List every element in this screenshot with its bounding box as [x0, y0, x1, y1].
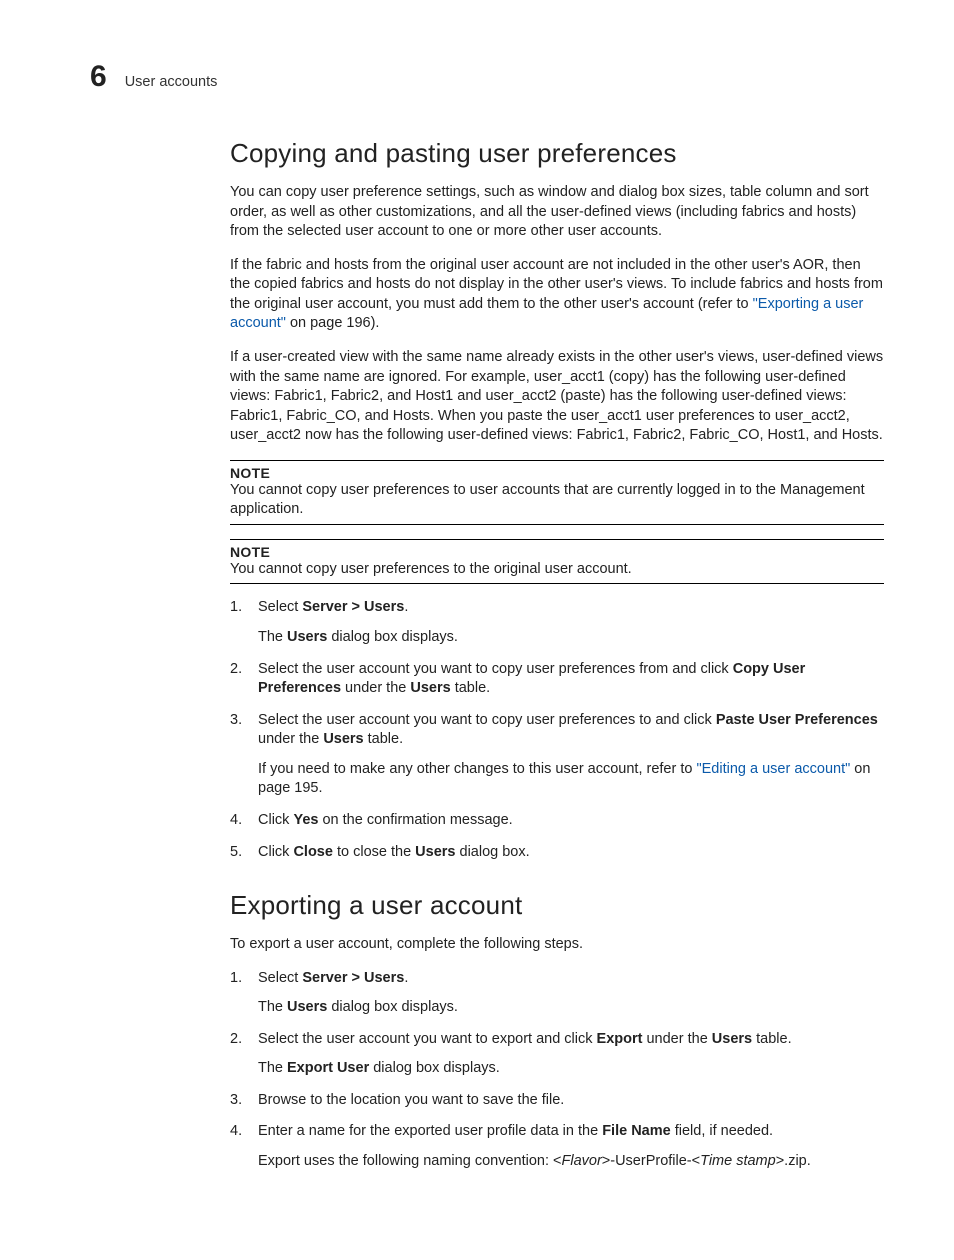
note-label: NOTE [230, 544, 884, 560]
note-text: You cannot copy user preferences to user… [230, 481, 884, 520]
list-item: Click Yes on the confirmation message. [230, 811, 884, 831]
note-text: You cannot copy user preferences to the … [230, 560, 884, 580]
list-item: Select the user account you want to expo… [230, 1030, 884, 1079]
sub-paragraph: The Export User dialog box displays. [258, 1059, 884, 1079]
section-heading-copying: Copying and pasting user preferences [230, 138, 884, 169]
list-item: Select the user account you want to copy… [230, 660, 884, 699]
sub-paragraph: If you need to make any other changes to… [258, 760, 884, 799]
sub-paragraph: Export uses the following naming convent… [258, 1152, 884, 1172]
list-item: Select the user account you want to copy… [230, 711, 884, 799]
section-heading-exporting: Exporting a user account [230, 890, 884, 921]
note-block: NOTE You cannot copy user preferences to… [230, 460, 884, 525]
steps-list: Select Server > Users. The Users dialog … [230, 969, 884, 1172]
paragraph: If a user-created view with the same nam… [230, 348, 884, 446]
note-label: NOTE [230, 465, 884, 481]
link-editing-user-account[interactable]: "Editing a user account" [696, 761, 850, 777]
list-item: Select Server > Users. The Users dialog … [230, 598, 884, 647]
note-block: NOTE You cannot copy user preferences to… [230, 539, 884, 585]
paragraph: To export a user account, complete the f… [230, 935, 884, 955]
sub-paragraph: The Users dialog box displays. [258, 628, 884, 648]
content-area: Copying and pasting user preferences You… [230, 138, 884, 1172]
list-item: Browse to the location you want to save … [230, 1091, 884, 1111]
rule [230, 460, 884, 461]
chapter-number: 6 [90, 60, 107, 94]
paragraph: You can copy user preference settings, s… [230, 183, 884, 242]
breadcrumb: User accounts [125, 74, 218, 90]
rule [230, 583, 884, 584]
list-item: Select Server > Users. The Users dialog … [230, 969, 884, 1018]
paragraph: If the fabric and hosts from the origina… [230, 256, 884, 334]
page-header: 6 User accounts [90, 60, 884, 94]
list-item: Click Close to close the Users dialog bo… [230, 843, 884, 863]
list-item: Enter a name for the exported user profi… [230, 1122, 884, 1171]
rule [230, 524, 884, 525]
page-container: 6 User accounts Copying and pasting user… [0, 0, 954, 1260]
sub-paragraph: The Users dialog box displays. [258, 998, 884, 1018]
steps-list: Select Server > Users. The Users dialog … [230, 598, 884, 862]
rule [230, 539, 884, 540]
